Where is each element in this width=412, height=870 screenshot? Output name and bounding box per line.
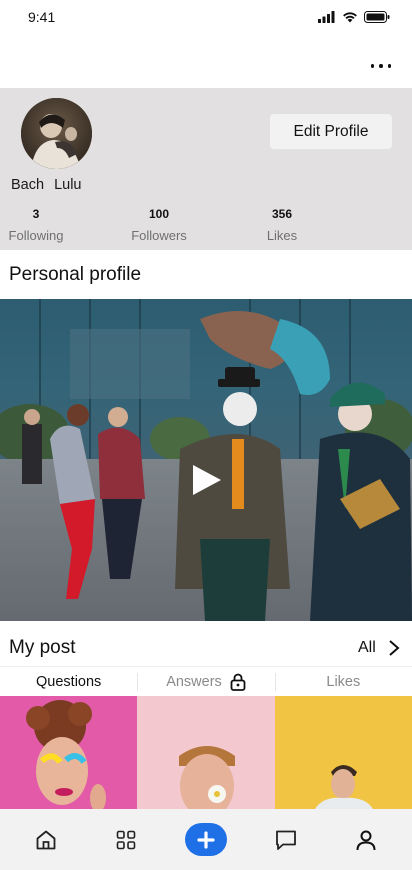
- tab-label: Questions: [36, 673, 102, 690]
- plus-icon: [197, 830, 215, 849]
- stat-value: 3: [32, 207, 40, 221]
- edit-profile-button[interactable]: Edit Profile: [270, 114, 392, 149]
- tab-answers[interactable]: Answers: [137, 667, 274, 696]
- status-time: 9:41: [28, 9, 56, 25]
- post-tabs: Questions Answers Likes: [0, 666, 412, 696]
- more-dot-icon: [387, 64, 392, 68]
- home-icon: [36, 830, 56, 849]
- tab-questions[interactable]: Questions: [0, 667, 137, 696]
- nav-add[interactable]: [184, 818, 228, 862]
- personal-profile-title: Personal profile: [9, 264, 142, 285]
- tab-label: Likes: [326, 673, 361, 690]
- lock-icon: [230, 673, 246, 691]
- stat-label: Followers: [131, 228, 187, 243]
- nav-profile[interactable]: [344, 818, 388, 862]
- more-options-button[interactable]: [366, 56, 396, 76]
- wifi-icon: [343, 12, 357, 23]
- post-grid: [0, 696, 412, 809]
- stat-label: Following: [8, 228, 64, 243]
- add-button[interactable]: [185, 823, 227, 856]
- bottom-navigation: [0, 809, 412, 870]
- play-button[interactable]: [185, 460, 225, 500]
- more-dot-icon: [379, 64, 383, 68]
- nav-home[interactable]: [24, 818, 68, 862]
- stat-following[interactable]: 3 Following: [6, 207, 66, 243]
- user-name: Bach Lulu: [11, 177, 82, 193]
- all-posts-link[interactable]: All: [358, 639, 400, 657]
- status-bar: 9:41: [0, 0, 412, 34]
- chat-icon: [276, 830, 296, 850]
- profile-header: Bach Lulu Edit Profile 3 Following 100 F…: [0, 88, 412, 250]
- chevron-right-icon: [389, 640, 400, 656]
- tab-label: Answers: [166, 673, 222, 690]
- play-icon: [193, 465, 221, 495]
- nav-messages[interactable]: [264, 818, 308, 862]
- stat-followers[interactable]: 100 Followers: [128, 207, 190, 243]
- grid-icon: [116, 830, 136, 849]
- stat-value: 100: [148, 207, 170, 221]
- signal-icon: [318, 11, 335, 23]
- tab-likes[interactable]: Likes: [274, 667, 412, 696]
- nav-grid[interactable]: [104, 818, 148, 862]
- stat-likes[interactable]: 356 Likes: [262, 207, 302, 243]
- stat-label: Likes: [266, 228, 298, 243]
- stat-value: 356: [271, 207, 293, 221]
- all-posts-label: All: [358, 639, 376, 656]
- status-icons: [318, 11, 390, 23]
- avatar[interactable]: [21, 98, 92, 169]
- post-thumbnail[interactable]: [0, 696, 138, 809]
- my-post-title: My post: [9, 637, 76, 658]
- post-thumbnail[interactable]: [137, 696, 275, 809]
- post-thumbnail[interactable]: [274, 696, 412, 809]
- battery-icon: [364, 11, 390, 23]
- profile-icon: [356, 830, 376, 850]
- more-dot-icon: [370, 64, 375, 68]
